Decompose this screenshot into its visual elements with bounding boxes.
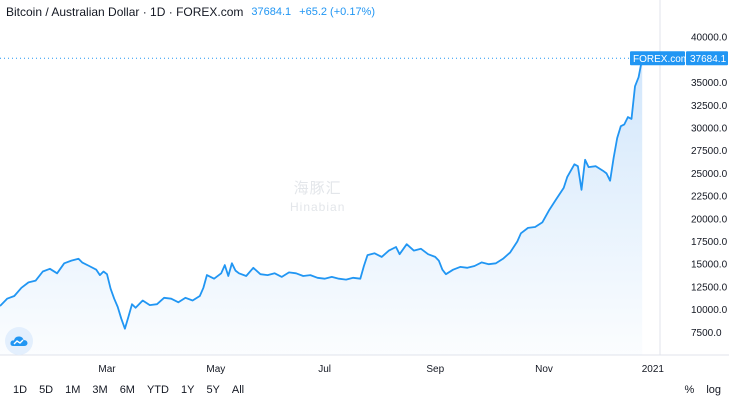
tradingview-logo-icon[interactable] <box>5 327 33 355</box>
range-1d-button[interactable]: 1D <box>0 384 33 396</box>
x-tick-label: May <box>206 364 225 375</box>
x-tick-label: Nov <box>535 364 553 375</box>
cloud-icon <box>10 336 28 346</box>
watermark-line2: Hinabian <box>290 200 346 214</box>
symbol-title[interactable]: Bitcoin / Australian Dollar · 1D · FOREX… <box>6 5 243 19</box>
watermark-line1: 海豚汇 <box>293 180 342 197</box>
percent-scale-toggle[interactable]: % <box>685 384 695 396</box>
watermark: 海豚汇 Hinabian <box>290 180 345 216</box>
y-tick-label: 32500.0 <box>691 101 728 112</box>
range-1m-button[interactable]: 1M <box>59 384 86 396</box>
y-tick-label: 27500.0 <box>691 146 728 157</box>
y-tick-label: 15000.0 <box>691 260 728 271</box>
range-3m-button[interactable]: 3M <box>86 384 113 396</box>
y-tick-label: 12500.0 <box>691 282 728 293</box>
price-chart: 7500.0 10000.0 12500.0 15000.0 17500.0 20000.… <box>0 0 729 375</box>
range-5y-button[interactable]: 5Y <box>200 384 225 396</box>
badge-source: FOREX.com <box>633 54 689 65</box>
x-tick-label: Jul <box>318 364 331 375</box>
y-tick-label: 17500.0 <box>691 237 728 248</box>
time-axis[interactable]: Mar May Jul Sep Nov 2021 <box>98 364 664 375</box>
y-tick-label: 35000.0 <box>691 78 728 89</box>
badge-value: 37684.1 <box>690 54 727 65</box>
y-tick-label: 25000.0 <box>691 169 728 180</box>
range-all-button[interactable]: All <box>226 384 250 396</box>
last-price: 37684.1 <box>251 6 292 18</box>
scale-tools: % log <box>685 384 729 396</box>
y-tick-label: 10000.0 <box>691 305 728 316</box>
price-axis[interactable]: 7500.0 10000.0 12500.0 15000.0 17500.0 20000.… <box>691 33 728 339</box>
log-scale-toggle[interactable]: log <box>706 384 721 396</box>
y-tick-label: 22500.0 <box>691 192 728 203</box>
x-tick-label: 2021 <box>642 364 665 375</box>
range-toolbar: 1D 5D 1M 3M 6M YTD 1Y 5Y All % log <box>0 380 729 400</box>
chart-legend: Bitcoin / Australian Dollar · 1D · FOREX… <box>6 4 375 20</box>
range-1y-button[interactable]: 1Y <box>175 384 200 396</box>
x-tick-label: Sep <box>426 364 444 375</box>
range-5d-button[interactable]: 5D <box>33 384 59 396</box>
y-tick-label: 40000.0 <box>691 33 728 44</box>
y-tick-label: 30000.0 <box>691 124 728 135</box>
y-tick-label: 7500.0 <box>691 328 722 339</box>
y-tick-label: 20000.0 <box>691 214 728 225</box>
range-ytd-button[interactable]: YTD <box>141 384 175 396</box>
x-tick-label: Mar <box>98 364 116 375</box>
range-6m-button[interactable]: 6M <box>114 384 141 396</box>
price-change: +65.2 (+0.17%) <box>299 6 376 18</box>
last-price-badge: FOREX.com 37684.1 <box>630 51 728 66</box>
